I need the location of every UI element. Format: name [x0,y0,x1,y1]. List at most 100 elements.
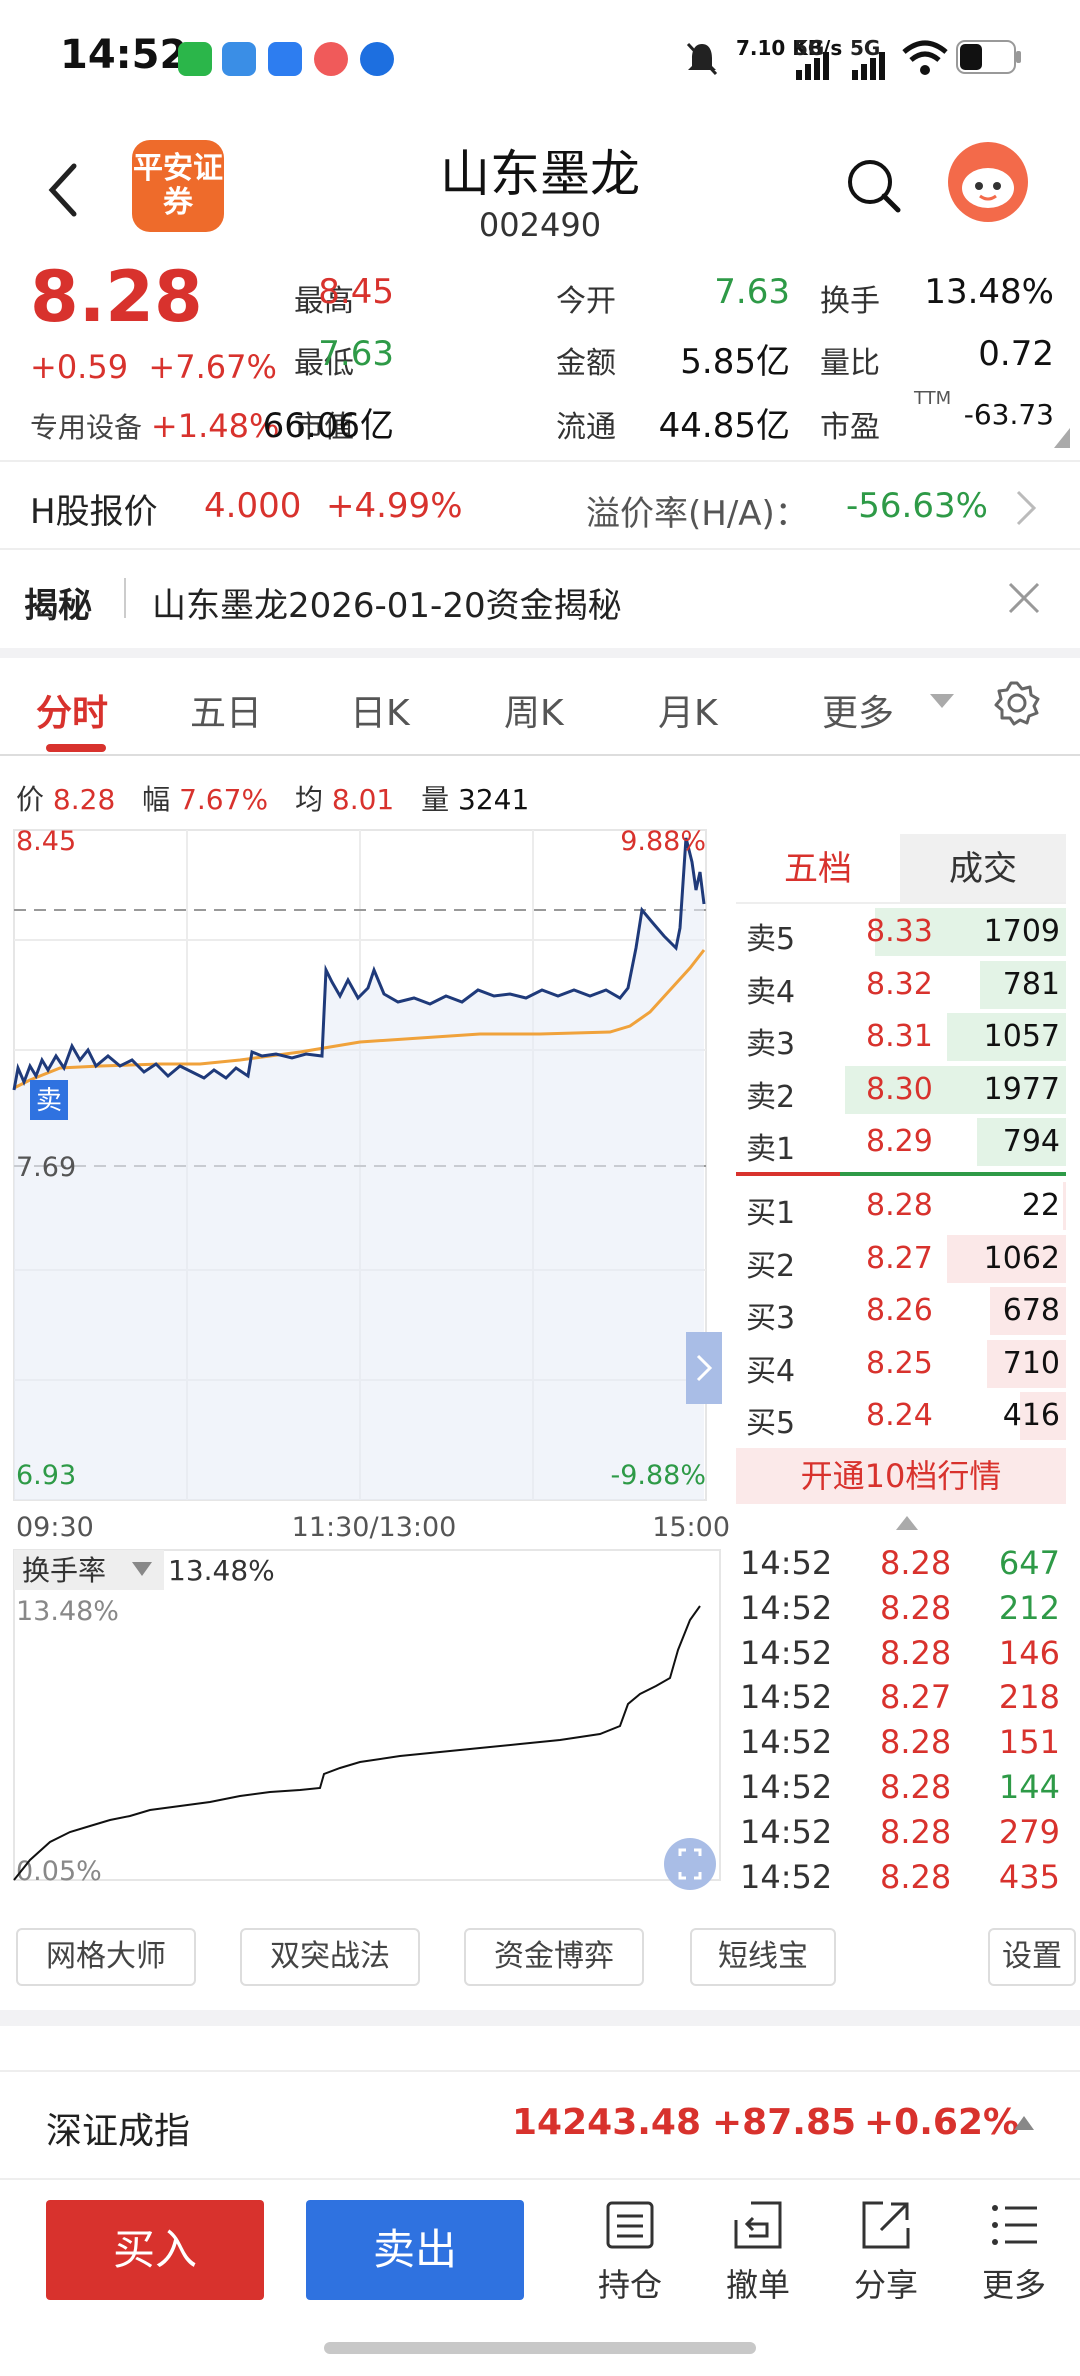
ask-row-volume: 794 [1002,1124,1060,1159]
turnover-selector-label: 换手率 [22,1554,106,1587]
expand-panel-tab[interactable] [686,1332,722,1404]
tool-button-3[interactable]: 短线宝 [690,1928,836,1986]
trade-volume: 435 [998,1857,1060,1896]
price-change: +0.59 +7.67% [30,348,277,386]
sell-marker-label: 卖 [36,1086,62,1116]
trade-price: 8.28 [880,1723,952,1762]
reveal-banner[interactable]: 揭秘 山东墨龙2026-01-20资金揭秘 [0,552,1080,648]
tool-button-0[interactable]: 网格大师 [16,1928,196,1986]
close-icon[interactable] [1006,580,1042,616]
menu-list-icon [992,2205,1037,2245]
intraday-chart[interactable]: 8.45 9.88% 7.69 6.93 -9.88% 卖 09:30 11:3… [0,820,730,1900]
ask-row-price: 8.30 [866,1071,933,1107]
bid-row-price: 8.25 [866,1345,933,1381]
mute-bell-icon [686,42,718,76]
tab-1[interactable]: 五日 [190,684,262,736]
stat-value: 8.45 [318,272,394,312]
h-share-row[interactable]: H股报价 4.000 +4.99% 溢价率(H/A)： -56.63% [0,464,1080,548]
trade-row: 14:52 8.28 146 [740,1634,1070,1679]
ask-row: 卖4 8.32 781 [736,959,1066,1011]
premium-value: -56.63% [846,486,988,526]
more-button[interactable]: 更多 [964,2200,1064,2306]
assistant-avatar[interactable] [948,142,1028,222]
trade-price: 8.28 [880,1544,952,1582]
positions-label: 持仓 [597,2266,662,2304]
app-icon [268,42,302,76]
axis-top-right: 9.88% [620,826,706,857]
trade-row: 14:52 8.28 279 [740,1813,1070,1858]
bid-row-label: 买4 [746,1353,796,1389]
trade-time: 14:52 [740,1588,833,1627]
tab-3[interactable]: 周K [504,684,564,736]
ask-row-price: 8.29 [866,1124,933,1159]
app-icon [360,42,394,76]
bid-row-price: 8.24 [866,1398,933,1433]
home-indicator[interactable] [324,2342,756,2354]
chevron-right-icon [1016,490,1037,526]
battery-icon [956,40,1021,74]
buy-button[interactable]: 买入 [46,2200,264,2300]
order-book-tab-1[interactable]: 成交 [900,834,1066,904]
share-button[interactable]: 分享 [836,2200,936,2306]
cancel-order-label: 撤单 [725,2266,790,2304]
book-split-red [736,1172,840,1176]
tool-button-4[interactable]: 设置 [988,1928,1076,1986]
info-avg: 8.01 [331,783,395,816]
positions-icon [606,2201,654,2249]
cancel-order-button[interactable]: 撤单 [708,2200,808,2306]
trade-time: 14:52 [740,1678,833,1717]
stat-value: -63.73 [963,398,1054,431]
undo-order-icon [734,2201,782,2249]
index-pct: +0.62% [864,2102,1020,2143]
share-label: 分享 [853,2266,918,2304]
index-ticker[interactable]: 深证成指 14243.48 +87.85 +0.62% [0,2070,1080,2180]
ask-row-volume: 1709 [983,914,1060,949]
trade-row: 14:52 8.27 218 [740,1678,1070,1723]
chart-info-line: 价 8.28 幅 7.67% 均 8.01 量 3241 [16,778,529,818]
tool-button-2[interactable]: 资金博弈 [464,1928,644,1986]
trade-row: 14:52 8.28 435 [740,1858,1070,1903]
bid-row: 买1 8.28 22 [736,1180,1066,1232]
wifi-icon [902,40,948,75]
info-vol-label: 量 [421,783,450,816]
trade-volume: 151 [998,1723,1060,1762]
open-10-level-button[interactable]: 开通10档行情 [736,1448,1066,1504]
turnover-value: 13.48% [168,1554,275,1587]
header: 平安证券 山东墨龙 002490 [0,120,1080,260]
current-price: 8.28 [30,256,203,338]
tab-0[interactable]: 分时 [36,684,108,736]
ask-row-price: 8.31 [866,1019,933,1054]
settings-gear-icon[interactable] [994,680,1040,726]
tool-button-1[interactable]: 双突战法 [240,1928,420,1986]
trade-time: 14:52 [740,1633,833,1672]
tab-5[interactable]: 更多 [822,684,894,736]
stock-code: 002490 [478,206,602,244]
ask-row: 卖3 8.31 1057 [736,1011,1066,1063]
status-bar: 14:52 7.10 KB/s 5G 5G [0,0,1080,120]
more-label: 更多 [981,2266,1046,2304]
tab-2[interactable]: 日K [350,684,410,736]
collapse-up-icon[interactable] [896,1516,918,1530]
trade-volume: 218 [998,1678,1060,1717]
trade-volume: 647 [998,1544,1060,1582]
reveal-text: 山东墨龙2026-01-20资金揭秘 [152,586,622,626]
app-icon [222,42,256,76]
sector-info[interactable]: 专用设备 +1.48% [30,406,279,446]
sector-name: 专用设备 [30,411,143,444]
search-icon[interactable] [844,156,904,216]
positions-button[interactable]: 持仓 [580,2200,680,2306]
trade-volume: 144 [998,1768,1060,1806]
fullscreen-button[interactable] [664,1838,716,1890]
tab-4[interactable]: 月K [658,684,718,736]
axis-bottom-left: 6.93 [16,1460,76,1491]
trade-row: 14:52 8.28 144 [740,1768,1070,1813]
order-book-tab-0[interactable]: 五档 [736,834,900,904]
trade-time: 14:52 [740,1857,833,1896]
bid-row-label: 买2 [746,1248,796,1284]
sell-button[interactable]: 卖出 [306,2200,524,2300]
section-gap [0,648,1080,658]
trade-time: 14:52 [740,1812,833,1851]
chart-tabs: 分时 五日 日K 周K 月K 更多 [0,658,1080,754]
mascot-icon [962,168,1014,208]
axis-top-left: 8.45 [16,826,76,857]
